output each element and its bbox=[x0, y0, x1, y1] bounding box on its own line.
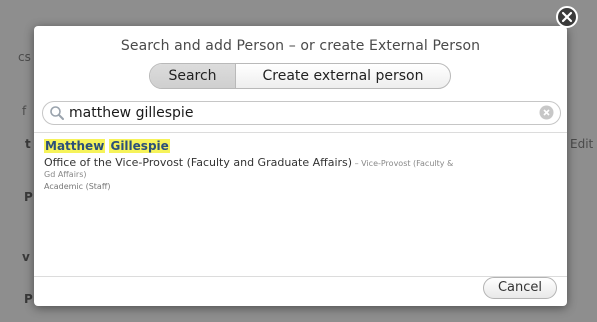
result-role: Academic (Staff) bbox=[44, 182, 111, 191]
bg-fragment: P bbox=[24, 292, 33, 306]
clear-search-icon[interactable] bbox=[539, 105, 554, 120]
result-name-first: Matthew bbox=[44, 139, 106, 153]
bg-fragment: f bbox=[22, 104, 27, 118]
result-name: Matthew Gillespie bbox=[44, 139, 559, 154]
dialog-title: Search and add Person – or create Extern… bbox=[120, 38, 481, 54]
bg-fragment: v bbox=[22, 250, 30, 264]
search-box bbox=[42, 101, 561, 125]
result-department: Office of the Vice-Provost (Faculty and … bbox=[44, 156, 559, 170]
bg-fragment: t bbox=[25, 137, 31, 151]
cancel-button[interactable]: Cancel bbox=[483, 277, 557, 299]
tab-create-external-person[interactable]: Create external person bbox=[236, 64, 450, 88]
result-department-sub: – Vice-Provost (Faculty & bbox=[352, 159, 454, 168]
search-icon bbox=[50, 106, 64, 120]
search-results: Matthew Gillespie Office of the Vice-Pro… bbox=[34, 132, 567, 277]
result-name-last: Gillespie bbox=[109, 139, 170, 153]
result-department-main: Office of the Vice-Provost (Faculty and … bbox=[44, 156, 353, 169]
bg-fragment: cs bbox=[18, 50, 31, 64]
tab-search[interactable]: Search bbox=[150, 64, 236, 88]
bg-fragment: P bbox=[24, 190, 33, 204]
bg-fragment: Edit bbox=[570, 137, 594, 151]
search-input[interactable] bbox=[69, 103, 529, 123]
add-person-dialog: Search and add Person – or create Extern… bbox=[34, 26, 567, 306]
mode-toggle: Search Create external person bbox=[149, 63, 451, 89]
result-item[interactable]: Matthew Gillespie Office of the Vice-Pro… bbox=[44, 139, 559, 193]
close-icon[interactable] bbox=[556, 6, 578, 28]
result-department-sub-continued: Gd Affairs) bbox=[44, 170, 87, 179]
